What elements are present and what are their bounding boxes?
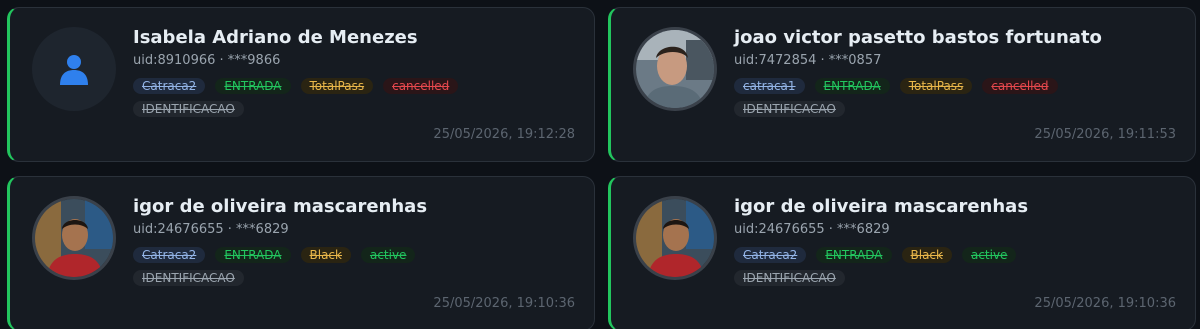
user-name: igor de oliveira mascarenhas (133, 196, 428, 217)
status-badge: active (961, 247, 1017, 263)
method-badge: IDENTIFICACAO (133, 270, 244, 286)
user-uid: uid:24676655 · ***6829 (133, 222, 289, 237)
user-silhouette-icon (60, 55, 88, 85)
gate-badge: catraca1 (734, 78, 805, 94)
avatar (32, 196, 116, 280)
access-card[interactable]: igor de oliveira mascarenhas uid:2467665… (7, 176, 595, 329)
plan-badge: Black (300, 247, 351, 263)
avatar (32, 27, 116, 111)
gate-badge: Catraca2 (133, 247, 206, 263)
gate-badge: Catraca2 (133, 78, 206, 94)
user-photo (35, 199, 113, 277)
avatar (633, 196, 717, 280)
avatar (633, 27, 717, 111)
badge-list: Catraca2 ENTRADA Black active IDENTIFICA… (734, 247, 1114, 286)
method-badge: IDENTIFICACAO (133, 101, 244, 117)
badge-list: catraca1 ENTRADA TotalPass cancelled IDE… (734, 78, 1114, 117)
plan-badge: TotalPass (300, 78, 374, 94)
access-card[interactable]: Isabela Adriano de Menezes uid:8910966 ·… (7, 7, 595, 162)
method-badge: IDENTIFICACAO (734, 270, 845, 286)
status-badge: cancelled (982, 78, 1058, 94)
direction-badge: ENTRADA (816, 247, 892, 263)
status-badge: active (360, 247, 416, 263)
timestamp: 25/05/2026, 19:12:28 (433, 127, 575, 142)
badge-list: Catraca2 ENTRADA Black active IDENTIFICA… (133, 247, 513, 286)
gate-badge: Catraca2 (734, 247, 807, 263)
user-uid: uid:8910966 · ***9866 (133, 53, 281, 68)
user-photo (636, 199, 714, 277)
badge-list: Catraca2 ENTRADA TotalPass cancelled IDE… (133, 78, 513, 117)
timestamp: 25/05/2026, 19:11:53 (1034, 127, 1176, 142)
direction-badge: ENTRADA (814, 78, 890, 94)
access-card[interactable]: igor de oliveira mascarenhas uid:2467665… (608, 176, 1196, 329)
user-name: Isabela Adriano de Menezes (133, 27, 418, 48)
method-badge: IDENTIFICACAO (734, 101, 845, 117)
user-name: joao victor pasetto bastos fortunato (734, 27, 1102, 48)
timestamp: 25/05/2026, 19:10:36 (433, 296, 575, 311)
user-uid: uid:7472854 · ***0857 (734, 53, 882, 68)
timestamp: 25/05/2026, 19:10:36 (1034, 296, 1176, 311)
user-photo (636, 30, 714, 108)
plan-badge: TotalPass (899, 78, 973, 94)
direction-badge: ENTRADA (215, 78, 291, 94)
plan-badge: Black (901, 247, 952, 263)
direction-badge: ENTRADA (215, 247, 291, 263)
status-badge: cancelled (383, 78, 459, 94)
user-uid: uid:24676655 · ***6829 (734, 222, 890, 237)
access-log-grid: Isabela Adriano de Menezes uid:8910966 ·… (0, 0, 1200, 329)
user-name: igor de oliveira mascarenhas (734, 196, 1029, 217)
access-card[interactable]: joao victor pasetto bastos fortunato uid… (608, 7, 1196, 162)
